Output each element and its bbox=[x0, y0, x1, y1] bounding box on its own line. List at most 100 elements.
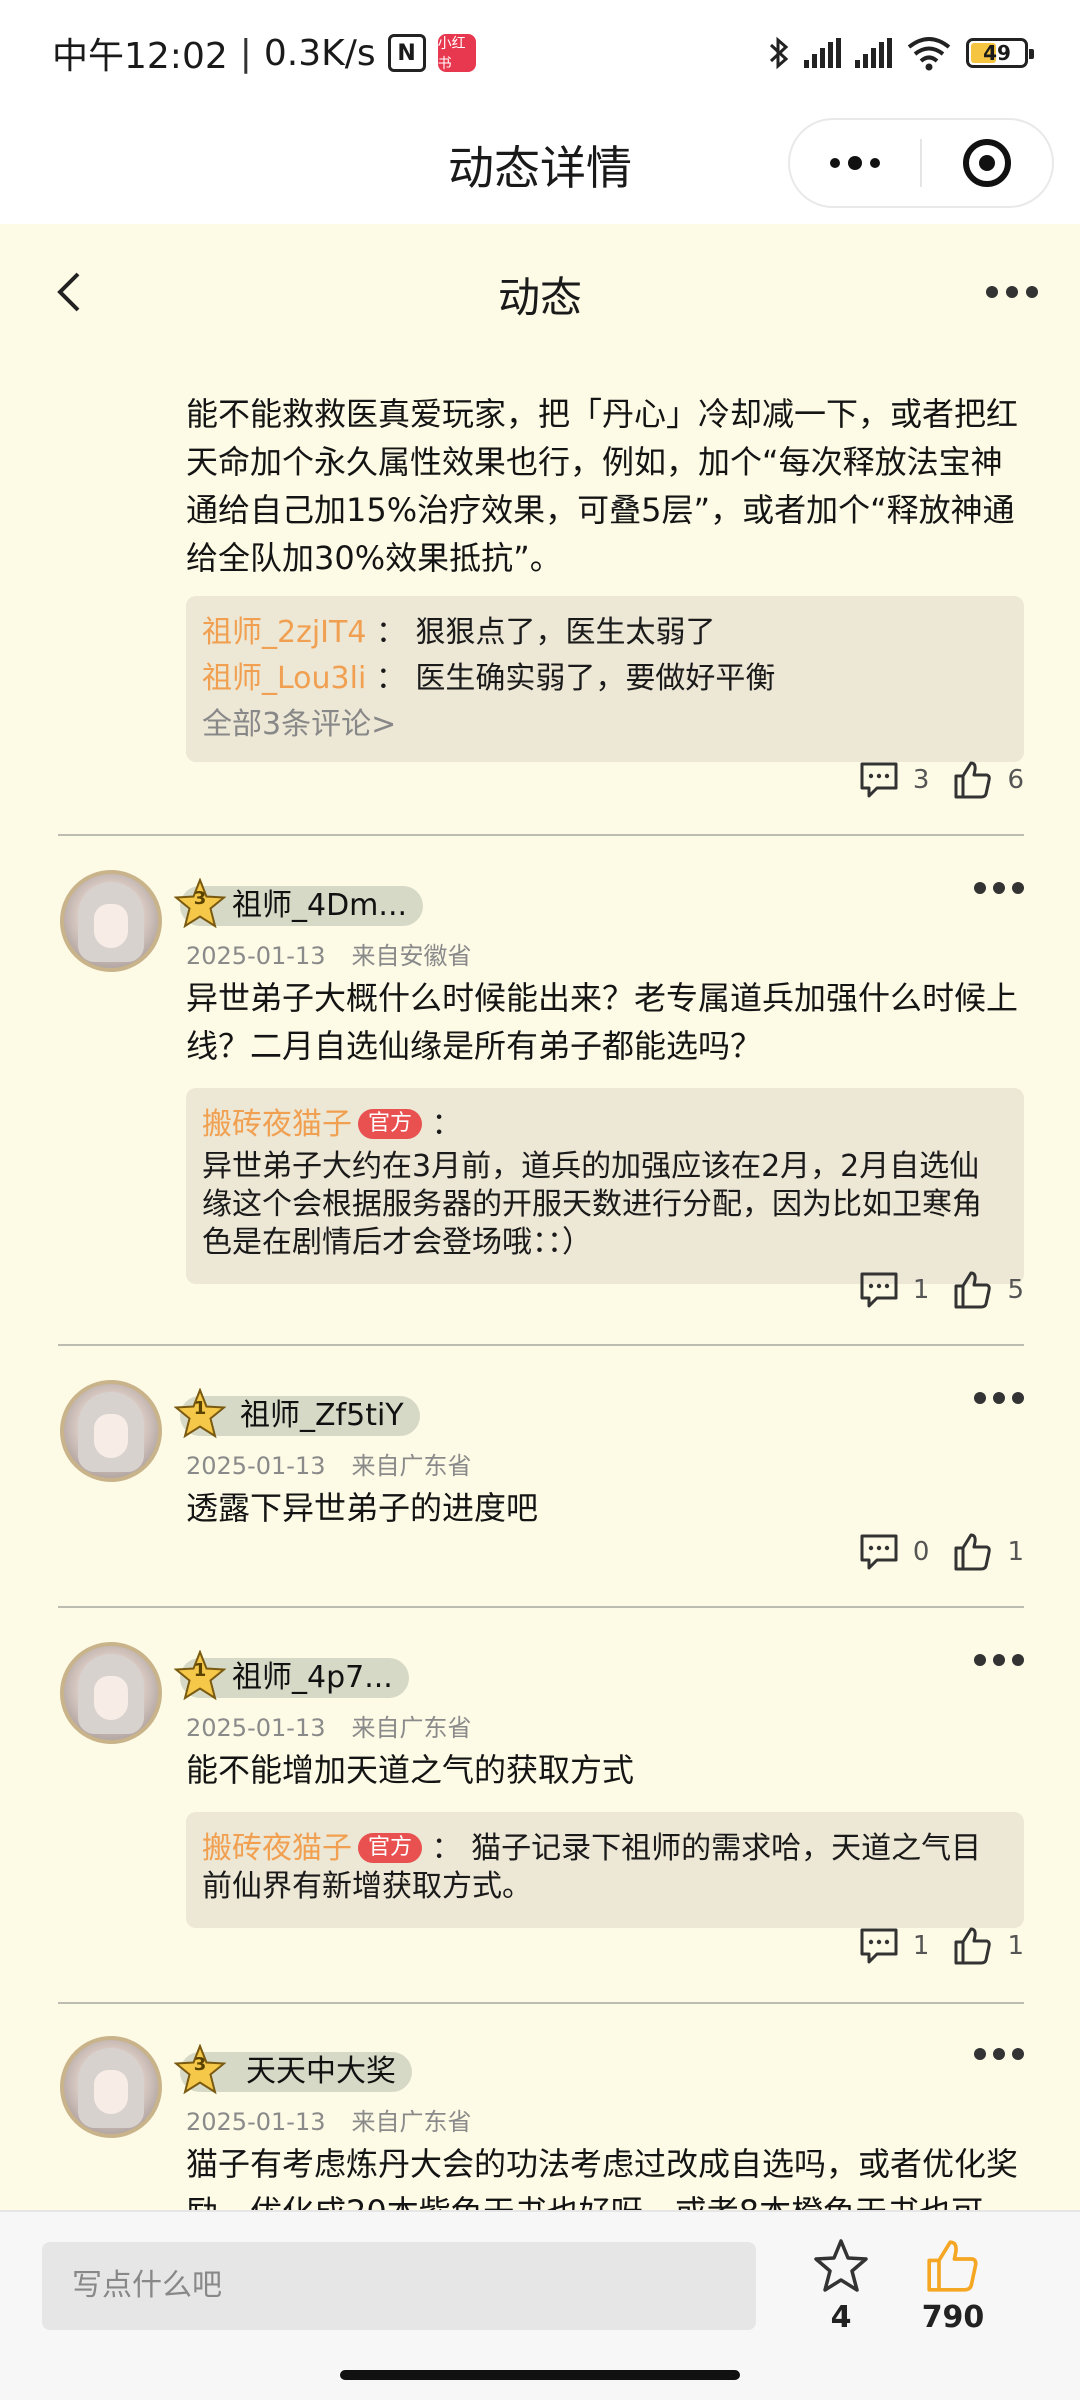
battery-level: 49 bbox=[983, 41, 1011, 65]
reply-username[interactable]: 祖师_Lou3li bbox=[202, 661, 366, 696]
star-icon bbox=[814, 2239, 868, 2292]
comment-meta: 2025-01-13 来自广东省 bbox=[186, 1708, 471, 1743]
comment-actions: 1 5 bbox=[859, 1270, 1024, 1310]
reply-username[interactable]: 搬砖夜猫子 bbox=[202, 1107, 352, 1142]
comment-location: 来自广东省 bbox=[351, 1714, 472, 1742]
signal-2-icon bbox=[855, 38, 892, 68]
comment-location: 来自广东省 bbox=[351, 1452, 472, 1480]
comment-date: 2025-01-13 bbox=[186, 1452, 326, 1480]
level-number: 1 bbox=[193, 1660, 207, 1681]
username: 祖师_4p7... bbox=[232, 1660, 393, 1695]
comment-item: 能不能增加天道之气的获取方式 搬砖夜猫子 官方 ： 猫子记录下祖师的需求哈，天道之… bbox=[0, 1746, 1080, 1928]
comment-count: 3 bbox=[912, 765, 930, 795]
comment-date: 2025-01-13 bbox=[186, 942, 326, 970]
reply-box[interactable]: 祖师_2zjIT4 ： 狠狠点了，医生太弱了 祖师_Lou3li ： 医生确实弱… bbox=[186, 596, 1024, 762]
reply-header: 搬砖夜猫子 官方 ： bbox=[202, 1102, 1008, 1148]
reply-button[interactable]: 1 bbox=[859, 1271, 929, 1309]
status-divider: | bbox=[239, 32, 252, 74]
comment-feed: 能不能救救医真爱玩家，把「丹心」冷却减一下，或者把红天命加个永久属性效果也行，例… bbox=[0, 364, 1080, 2210]
comment-count: 1 bbox=[912, 1931, 930, 1961]
like-total-count: 790 bbox=[921, 2300, 985, 2335]
page-title: 动态详情 bbox=[448, 141, 632, 195]
comment-input[interactable]: 写点什么吧 bbox=[42, 2242, 756, 2330]
divider bbox=[58, 1606, 1024, 1608]
bottom-action-bar: 写点什么吧 4 790 bbox=[0, 2210, 1080, 2360]
like-post-button[interactable]: 790 bbox=[908, 2238, 998, 2335]
page-nav: 动态 bbox=[0, 224, 1080, 364]
battery-icon: 49 bbox=[966, 38, 1034, 68]
comment-date: 2025-01-13 bbox=[186, 1714, 326, 1742]
comment-actions: 1 1 bbox=[859, 1926, 1024, 1966]
reply-username[interactable]: 搬砖夜猫子 bbox=[202, 1831, 352, 1866]
comment-more-icon[interactable] bbox=[974, 1392, 1024, 1404]
reply-text: 狠狠点了，医生太弱了 bbox=[415, 615, 716, 650]
comment-meta: 2025-01-13 来自广东省 bbox=[186, 1446, 471, 1481]
gesture-area bbox=[0, 2360, 1080, 2400]
favorite-button[interactable]: 4 bbox=[796, 2238, 886, 2335]
network-speed: 0.3K/s bbox=[263, 32, 376, 74]
like-count: 5 bbox=[1007, 1275, 1024, 1305]
comment-more-icon[interactable] bbox=[974, 1654, 1024, 1666]
thumbs-up-icon bbox=[927, 2240, 978, 2292]
reply-separator: ： bbox=[375, 661, 406, 696]
reply-box[interactable]: 搬砖夜猫子 官方 ： 猫子记录下祖师的需求哈，天道之气目前仙界有新增获取方式。 bbox=[186, 1812, 1024, 1928]
username: 祖师_4Dm... bbox=[232, 888, 408, 923]
divider bbox=[58, 1344, 1024, 1346]
divider bbox=[58, 834, 1024, 836]
comment-meta: 2025-01-13 来自安徽省 bbox=[186, 936, 471, 971]
comment-meta: 2025-01-13 来自广东省 bbox=[186, 2102, 471, 2137]
comment-item: 透露下异世弟子的进度吧 bbox=[0, 1484, 1080, 1532]
comment-icon bbox=[860, 1534, 898, 1570]
level-number: 1 bbox=[193, 1398, 207, 1419]
reply-box[interactable]: 搬砖夜猫子 官方 ： 异世弟子大约在3月前，道兵的加强应该在2月，2月自选仙缘这个… bbox=[186, 1088, 1024, 1284]
comment-icon bbox=[860, 1272, 898, 1308]
avatar[interactable] bbox=[60, 870, 162, 972]
signal-1-icon bbox=[804, 38, 841, 68]
comment-more-icon[interactable] bbox=[974, 2048, 1024, 2060]
level-star-icon: 3 bbox=[173, 877, 227, 930]
wifi-icon bbox=[907, 37, 951, 71]
username: 天天中大奖 bbox=[246, 2054, 396, 2089]
comment-location: 来自广东省 bbox=[351, 2108, 472, 2136]
reply-button[interactable]: 0 bbox=[859, 1533, 929, 1571]
divider bbox=[58, 2002, 1024, 2004]
reply-text: 异世弟子大约在3月前，道兵的加强应该在2月，2月自选仙缘这个会根据服务器的开服天… bbox=[202, 1149, 982, 1260]
like-button[interactable]: 1 bbox=[953, 1926, 1024, 1966]
reply-separator: ： bbox=[431, 1107, 462, 1142]
comment-item: 能不能救救医真爱玩家，把「丹心」冷却减一下，或者把红天命加个永久属性效果也行，例… bbox=[0, 390, 1080, 762]
comment-text: 能不能救救医真爱玩家，把「丹心」冷却减一下，或者把红天命加个永久属性效果也行，例… bbox=[186, 395, 1019, 577]
avatar[interactable] bbox=[60, 1642, 162, 1744]
like-button[interactable]: 6 bbox=[953, 760, 1024, 800]
close-mini-program-button[interactable] bbox=[922, 120, 1052, 206]
reply-button[interactable]: 1 bbox=[859, 1927, 930, 1965]
official-badge: 官方 bbox=[358, 1833, 423, 1863]
comment-actions: 0 1 bbox=[859, 1532, 1024, 1572]
back-arrow-icon[interactable] bbox=[50, 272, 90, 312]
username: 祖师_Zf5tiY bbox=[240, 1398, 404, 1433]
comment-icon bbox=[860, 762, 898, 798]
like-button[interactable]: 5 bbox=[953, 1270, 1024, 1310]
avatar[interactable] bbox=[60, 1380, 162, 1482]
mini-program-header: 动态详情 bbox=[0, 106, 1080, 224]
comment-actions: 3 6 bbox=[859, 760, 1024, 800]
all-comments-link[interactable]: 全部3条评论> bbox=[202, 702, 1008, 748]
more-menu-button[interactable] bbox=[790, 120, 920, 206]
reply-username[interactable]: 祖师_2zjIT4 bbox=[202, 615, 366, 650]
reply-text: 医生确实弱了，要做好平衡 bbox=[415, 661, 776, 696]
comment-text: 异世弟子大概什么时候能出来？老专属道兵加强什么时候上线？二月自选仙缘是所有弟子都… bbox=[186, 979, 1019, 1065]
reply-separator: ： bbox=[431, 1831, 462, 1866]
target-icon bbox=[963, 139, 1011, 187]
status-bar: 中午12:02 | 0.3K/s N 小红书 49 bbox=[0, 0, 1080, 106]
avatar[interactable] bbox=[60, 2036, 162, 2138]
capsule-menu bbox=[788, 118, 1054, 208]
like-button[interactable]: 1 bbox=[953, 1532, 1024, 1572]
comment-item: 异世弟子大概什么时候能出来？老专属道兵加强什么时候上线？二月自选仙缘是所有弟子都… bbox=[0, 974, 1080, 1284]
reply-line: 祖师_2zjIT4 ： 狠狠点了，医生太弱了 bbox=[202, 610, 1008, 656]
comment-more-icon[interactable] bbox=[974, 882, 1024, 894]
like-count: 1 bbox=[1007, 1537, 1024, 1567]
home-indicator[interactable] bbox=[340, 2370, 740, 2380]
level-number: 3 bbox=[193, 888, 207, 909]
like-count: 1 bbox=[1007, 1931, 1024, 1961]
nav-more-icon[interactable] bbox=[986, 286, 1038, 298]
reply-button[interactable]: 3 bbox=[859, 761, 930, 799]
